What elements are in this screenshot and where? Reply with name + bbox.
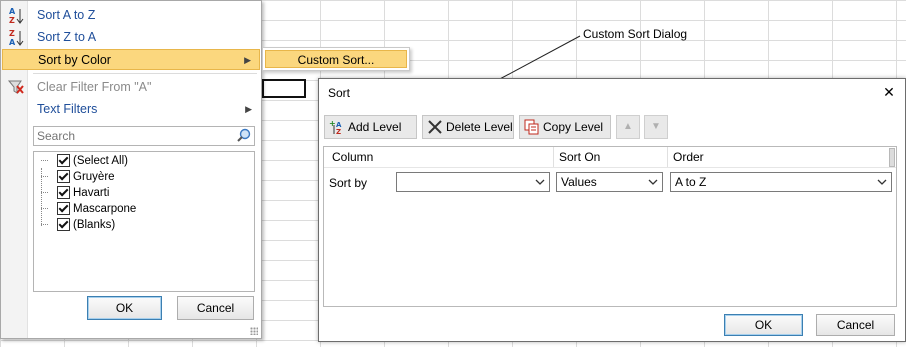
menu-item-text-filters[interactable]: Text Filters ▶ <box>2 99 260 120</box>
filter-dropdown-menu: AZ Sort A to Z ZA Sort Z to A Sort by Co… <box>0 0 262 339</box>
search-box[interactable] <box>33 126 255 146</box>
annotation-label: Custom Sort Dialog <box>583 27 688 41</box>
checklist-label: Gruyère <box>73 171 115 183</box>
checklist-label: (Select All) <box>73 155 128 167</box>
add-level-label: Add Level <box>348 120 402 134</box>
sort-levels-grid: Column Sort On Order Sort by Values A to… <box>323 146 897 307</box>
order-select[interactable]: A to Z <box>670 172 892 192</box>
dialog-title: Sort <box>328 86 351 100</box>
add-level-button[interactable]: + A Z Add Level <box>324 115 417 139</box>
sort-on-select-value: Values <box>561 175 597 189</box>
checklist-label: (Blanks) <box>73 219 116 231</box>
delete-level-label: Delete Level <box>446 120 513 134</box>
sort-on-select[interactable]: Values <box>556 172 663 192</box>
svg-text:+: + <box>329 119 336 128</box>
tree-line <box>41 224 48 225</box>
sort-cancel-button[interactable]: Cancel <box>816 314 895 336</box>
column-select[interactable] <box>396 172 550 192</box>
sort-by-color-label: Sort by Color <box>38 53 111 67</box>
sort-a-z-label: Sort A to Z <box>37 8 96 22</box>
clear-filter-label: Clear Filter From "A" <box>37 80 152 94</box>
delete-x-icon <box>427 119 443 135</box>
svg-text:A: A <box>9 7 16 16</box>
order-header: Order <box>673 150 704 164</box>
search-icon <box>236 128 251 146</box>
checkbox[interactable] <box>57 202 70 215</box>
submenu-arrow-icon: ▶ <box>244 55 251 65</box>
move-up-icon[interactable]: ▲ <box>616 115 640 139</box>
resize-grip-icon[interactable] <box>250 327 258 335</box>
move-down-icon[interactable]: ▼ <box>644 115 668 139</box>
scrollbar[interactable] <box>889 148 895 167</box>
chevron-down-icon <box>646 173 660 191</box>
header-divider <box>324 167 896 168</box>
close-icon[interactable]: ✕ <box>877 81 901 103</box>
sort-dialog: Sort ✕ + A Z Add Level Delete Level Copy L… <box>318 78 906 342</box>
copy-icon <box>524 119 540 135</box>
search-input[interactable] <box>34 127 230 145</box>
order-select-value: A to Z <box>675 175 707 189</box>
delete-level-button[interactable]: Delete Level <box>422 115 514 139</box>
column-divider <box>553 147 554 167</box>
tree-line <box>41 176 48 177</box>
filter-ok-button[interactable]: OK <box>87 296 162 320</box>
sort-ok-button[interactable]: OK <box>724 314 803 336</box>
checkbox[interactable] <box>57 154 70 167</box>
sort-by-color-submenu: Custom Sort... <box>262 47 410 71</box>
column-divider <box>667 147 668 167</box>
chevron-down-icon <box>875 173 889 191</box>
filter-cancel-button[interactable]: Cancel <box>177 296 254 320</box>
copy-level-button[interactable]: Copy Level <box>519 115 611 139</box>
checkbox[interactable] <box>57 186 70 199</box>
menu-separator <box>33 73 257 74</box>
submenu-arrow-icon: ▶ <box>245 104 252 114</box>
svg-text:Z: Z <box>336 128 341 135</box>
menu-item-sort-a-z[interactable]: AZ Sort A to Z <box>2 5 260 26</box>
sort-a-z-icon: AZ <box>6 5 26 26</box>
tree-line <box>41 160 48 161</box>
svg-text:Z: Z <box>9 16 15 25</box>
sort-on-header: Sort On <box>559 150 601 164</box>
chevron-down-icon <box>533 173 547 191</box>
text-filters-label: Text Filters <box>37 102 98 116</box>
menu-item-custom-sort[interactable]: Custom Sort... <box>265 50 407 68</box>
menu-item-sort-by-color[interactable]: Sort by Color ▶ <box>2 49 260 70</box>
clear-filter-icon <box>6 77 26 98</box>
checklist-label: Mascarpone <box>73 203 137 215</box>
sort-by-label: Sort by <box>329 176 368 190</box>
checkbox[interactable] <box>57 218 70 231</box>
sort-z-a-label: Sort Z to A <box>37 30 97 44</box>
copy-level-label: Copy Level <box>543 120 604 134</box>
tree-line <box>41 208 48 209</box>
checklist-label: Havarti <box>73 187 110 199</box>
tree-line <box>41 192 48 193</box>
menu-item-clear-filter[interactable]: Clear Filter From "A" <box>2 77 260 98</box>
add-level-icon: + A Z <box>329 119 345 136</box>
menu-item-sort-z-a[interactable]: ZA Sort Z to A <box>2 27 260 48</box>
sort-z-a-icon: ZA <box>6 27 26 48</box>
svg-text:A: A <box>9 38 16 47</box>
svg-text:Z: Z <box>9 29 15 38</box>
filter-values-list: (Select All) Gruyère Havarti Mascarpone … <box>33 151 255 292</box>
column-header: Column <box>332 150 374 164</box>
checkbox[interactable] <box>57 170 70 183</box>
selected-cell[interactable] <box>262 79 306 98</box>
